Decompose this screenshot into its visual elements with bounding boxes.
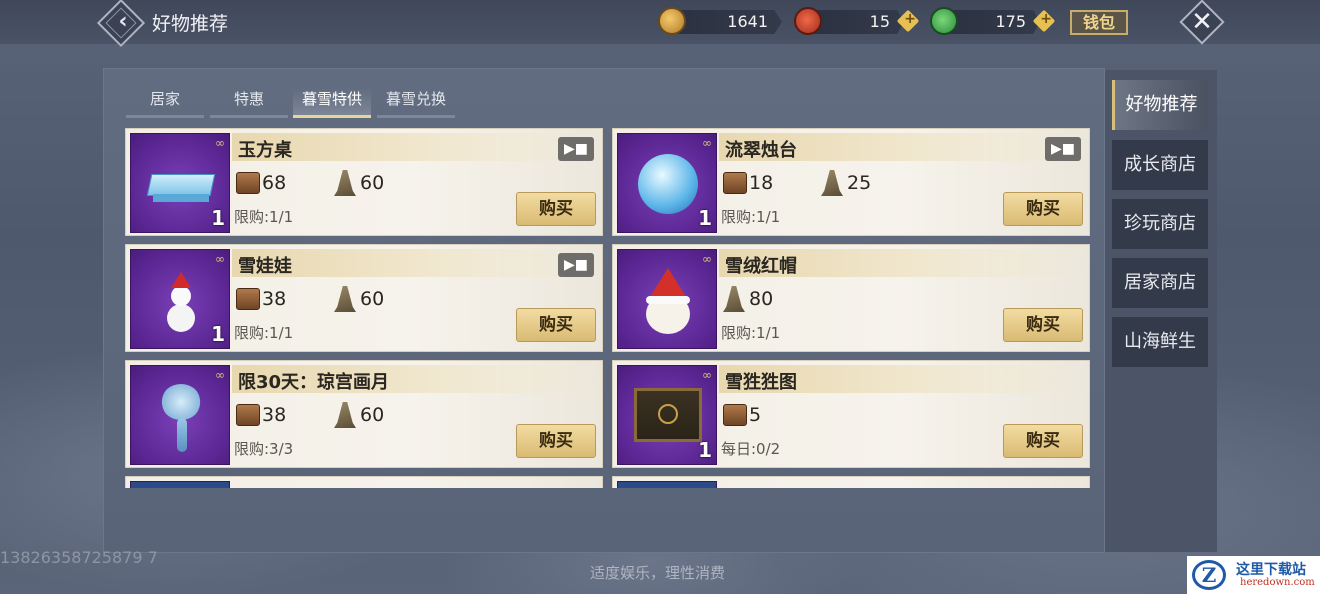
buy-button[interactable]: 购买 <box>1003 308 1083 342</box>
chest-currency-icon <box>723 172 747 194</box>
bell-currency-icon <box>334 170 356 196</box>
watermark-logo: Z <box>1192 560 1226 590</box>
watermark-text: 这里下载站 <box>1236 562 1306 578</box>
green-jade-icon <box>930 7 958 35</box>
link-icon: ∞ <box>702 252 712 266</box>
red-jade-icon <box>794 7 822 35</box>
item-name: 雪狌狌图 <box>725 372 797 393</box>
item-card <box>612 476 1090 488</box>
gold-coin-icon <box>658 7 686 35</box>
currency-gold: 1641 <box>672 10 782 34</box>
item-name: 雪绒红帽 <box>725 256 797 277</box>
tab-home[interactable]: 居家 <box>126 88 204 118</box>
item-thumbnail[interactable]: ∞ <box>130 365 230 465</box>
candle-orb-art <box>638 154 698 214</box>
chest-currency-icon <box>236 404 260 426</box>
price-chest: 18 <box>749 172 774 194</box>
item-thumbnail[interactable] <box>617 481 717 488</box>
item-card: ∞ 限30天：琼宫画月 38 60 限购:3/3 购买 <box>125 360 603 468</box>
purchase-limit: 限购:1/1 <box>234 324 294 342</box>
price-chest: 38 <box>262 404 287 426</box>
link-icon: ∞ <box>702 368 712 382</box>
price-bell: 60 <box>360 404 385 426</box>
video-preview-icon[interactable]: ▶■ <box>1045 137 1081 161</box>
link-icon: ∞ <box>215 252 225 266</box>
moon-painting-art <box>161 384 201 420</box>
jade-table-art <box>146 174 216 196</box>
item-name: 限30天：琼宫画月 <box>238 372 390 393</box>
buy-button[interactable]: 购买 <box>516 308 596 342</box>
item-list[interactable]: ∞ 1 玉方桌 ▶■ 68 60 限购:1/1 购买 ∞ 1 流翠烛台 ▶■ 1… <box>125 128 1095 488</box>
item-thumbnail[interactable] <box>130 481 230 488</box>
wallet-button[interactable]: 钱包 <box>1070 10 1128 35</box>
purchase-limit: 限购:1/1 <box>721 208 781 226</box>
video-preview-icon[interactable]: ▶■ <box>558 253 594 277</box>
buy-button[interactable]: 购买 <box>1003 424 1083 458</box>
side-tab-treasure-shop[interactable]: 珍玩商店 <box>1112 199 1208 249</box>
link-icon: ∞ <box>215 136 225 150</box>
currency-green-jade: 175 <box>944 10 1040 34</box>
user-id: 13826358725879 7 <box>0 548 158 567</box>
bell-currency-icon <box>723 286 745 312</box>
tab-snow-exchange[interactable]: 暮雪兑换 <box>377 88 455 118</box>
item-name: 流翠烛台 <box>725 140 797 161</box>
bell-currency-icon <box>334 286 356 312</box>
item-card: ∞ 1 玉方桌 ▶■ 68 60 限购:1/1 购买 <box>125 128 603 236</box>
chest-currency-icon <box>236 288 260 310</box>
link-icon: ∞ <box>702 136 712 150</box>
chest-currency-icon <box>723 404 747 426</box>
purchase-limit: 限购:1/1 <box>234 208 294 226</box>
item-thumbnail[interactable]: ∞ 1 <box>130 249 230 349</box>
tab-snow-special[interactable]: 暮雪特供 <box>293 88 371 118</box>
footer-note: 适度娱乐，理性消费 <box>590 564 726 582</box>
buy-button[interactable]: 购买 <box>1003 192 1083 226</box>
link-icon: ∞ <box>215 368 225 382</box>
chest-currency-icon <box>236 172 260 194</box>
price-bell: 25 <box>847 172 872 194</box>
price-bell: 60 <box>360 172 385 194</box>
item-thumbnail[interactable]: ∞ 1 <box>617 133 717 233</box>
side-tab-home-shop[interactable]: 居家商店 <box>1112 258 1208 308</box>
buy-button[interactable]: 购买 <box>516 192 596 226</box>
item-card: ∞ 1 雪狌狌图 5 每日:0/2 购买 <box>612 360 1090 468</box>
price-chest: 38 <box>262 288 287 310</box>
price-bell: 80 <box>749 288 774 310</box>
purchase-limit: 每日:0/2 <box>721 440 781 458</box>
item-thumbnail[interactable]: ∞ 1 <box>130 133 230 233</box>
side-tab-seafood[interactable]: 山海鲜生 <box>1112 317 1208 367</box>
price-bell: 60 <box>360 288 385 310</box>
item-name: 玉方桌 <box>238 140 292 161</box>
buy-button[interactable]: 购买 <box>516 424 596 458</box>
purchase-limit: 限购:1/1 <box>721 324 781 342</box>
side-tab-growth-shop[interactable]: 成长商店 <box>1112 140 1208 190</box>
item-card: ∞ 1 流翠烛台 ▶■ 18 25 限购:1/1 购买 <box>612 128 1090 236</box>
price-chest: 5 <box>749 404 762 426</box>
item-card <box>125 476 603 488</box>
price-chest: 68 <box>262 172 287 194</box>
bell-currency-icon <box>821 170 843 196</box>
item-thumbnail[interactable]: ∞ 1 <box>617 365 717 465</box>
chevron-left-icon[interactable]: ‹ <box>112 8 134 36</box>
currency-red-jade: 15 <box>808 10 904 34</box>
item-card: ∞ 1 雪娃娃 ▶■ 38 60 限购:1/1 购买 <box>125 244 603 352</box>
snowman-art <box>167 304 195 332</box>
close-icon[interactable]: ✕ <box>1187 5 1217 39</box>
watermark-url: heredown.com <box>1240 577 1315 588</box>
bell-currency-icon <box>334 402 356 428</box>
page-title: 好物推荐 <box>152 13 229 35</box>
tab-discount[interactable]: 特惠 <box>210 88 288 118</box>
video-preview-icon[interactable]: ▶■ <box>558 137 594 161</box>
item-name: 雪娃娃 <box>238 256 292 277</box>
side-tab-recommend[interactable]: 好物推荐 <box>1112 80 1208 130</box>
purchase-limit: 限购:3/3 <box>234 440 294 458</box>
item-card: ∞ 雪绒红帽 80 限购:1/1 购买 <box>612 244 1090 352</box>
item-thumbnail[interactable]: ∞ <box>617 249 717 349</box>
